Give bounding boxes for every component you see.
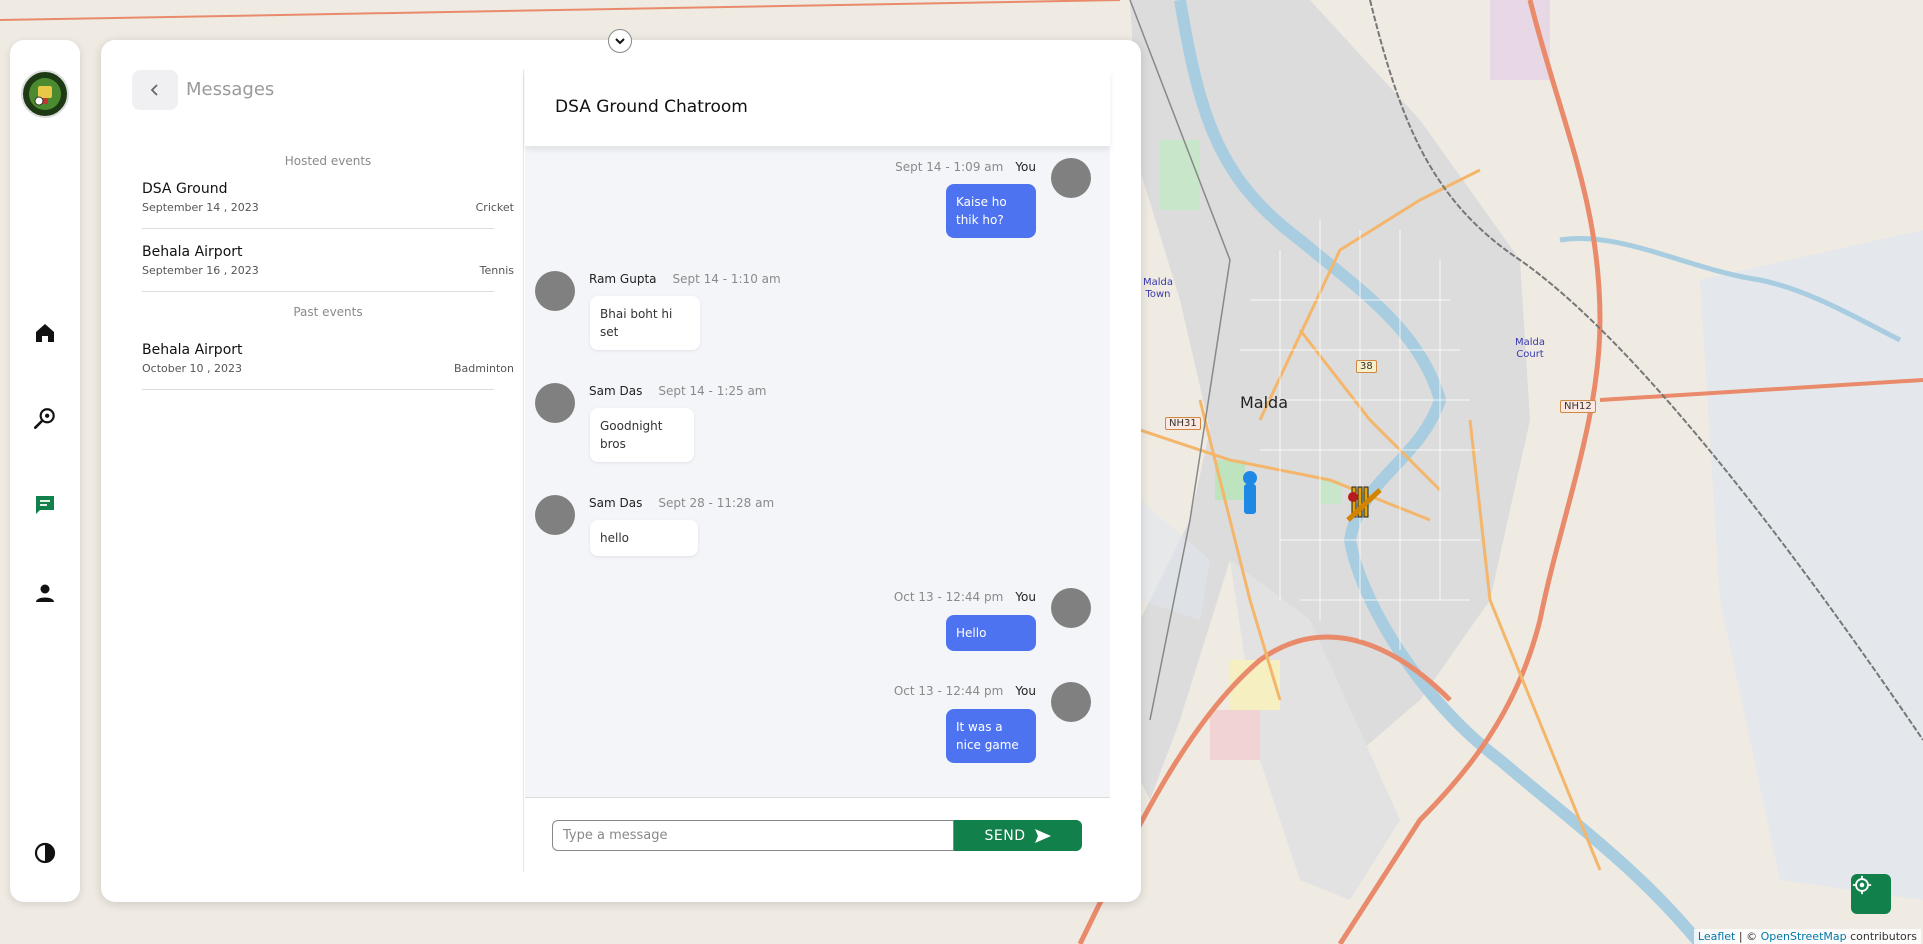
send-label: SEND <box>984 827 1026 844</box>
event-item[interactable]: DSA Ground September 14 , 2023 Cricket <box>142 181 514 229</box>
search-location-icon <box>33 408 55 429</box>
send-button[interactable]: SEND <box>954 820 1082 851</box>
nav-home-button[interactable] <box>32 320 58 346</box>
message-time: Oct 13 - 12:44 pm <box>893 590 1004 604</box>
message-input[interactable] <box>552 820 954 851</box>
contrast-icon <box>34 842 56 864</box>
event-sport: Tennis <box>479 264 514 277</box>
message-sender: Ram Gupta <box>589 272 657 286</box>
nav-profile-button[interactable] <box>32 580 58 606</box>
message-meta: Ram Gupta Sept 14 - 1:10 am <box>589 272 781 286</box>
message-bubble-outgoing: Kaise ho thik ho? <box>946 184 1036 238</box>
event-sport: Badminton <box>453 362 514 375</box>
event-date: October 10 , 2023 <box>142 362 242 375</box>
message-meta: Sam Das Sept 28 - 11:28 am <box>589 496 774 510</box>
person-icon <box>36 584 54 602</box>
chat-header: DSA Ground Chatroom <box>525 70 1110 146</box>
message-bubble-incoming: Bhai boht hi set <box>590 296 700 350</box>
team-logo[interactable] <box>21 70 69 118</box>
attribution-suffix: contributors <box>1846 930 1917 943</box>
avatar <box>1051 588 1091 628</box>
chat-messages[interactable]: Sept 14 - 1:09 am You Kaise ho thik ho? R… <box>525 146 1110 798</box>
map-label-malda-town: Malda Town <box>1142 277 1173 300</box>
theme-toggle-button[interactable] <box>32 840 58 866</box>
avatar <box>535 495 575 535</box>
chatroom: DSA Ground Chatroom Sept 14 - 1:09 am You… <box>525 70 1110 872</box>
past-events-label: Past events <box>293 305 363 319</box>
road-shield-38: 38 <box>1356 360 1377 373</box>
message-sender: Sam Das <box>589 496 643 510</box>
event-name: DSA Ground <box>142 181 228 197</box>
message-time: Oct 13 - 12:44 pm <box>893 684 1004 698</box>
message-meta: Oct 13 - 12:44 pm You <box>894 684 1036 698</box>
event-date: September 16 , 2023 <box>142 264 259 277</box>
message-bubble-incoming: hello <box>590 520 698 556</box>
road-shield-nh12: NH12 <box>1560 400 1596 413</box>
message-bubble-outgoing: It was a nice game <box>946 709 1036 763</box>
map-label-malda: Malda <box>1240 393 1289 412</box>
trophy-logo-icon <box>29 78 61 110</box>
nav-search-button[interactable] <box>32 406 58 432</box>
message-sender: You <box>1015 160 1036 174</box>
message-bubble-outgoing: Hello <box>946 615 1036 651</box>
event-date: September 14 , 2023 <box>142 201 259 214</box>
home-icon <box>36 324 54 342</box>
chevron-down-icon <box>615 38 625 45</box>
road-shield-nh31: NH31 <box>1165 417 1201 430</box>
crosshair-icon <box>1852 875 1872 895</box>
event-name: Behala Airport <box>142 244 243 260</box>
attribution-separator: | © <box>1735 930 1761 943</box>
message-sender: You <box>1015 590 1036 604</box>
message-time: Sept 14 - 1:09 am <box>895 160 1004 174</box>
avatar <box>535 383 575 423</box>
back-button[interactable] <box>132 70 178 110</box>
avatar <box>1051 158 1091 198</box>
chevron-left-icon <box>150 84 158 96</box>
locate-me-button[interactable] <box>1851 874 1891 914</box>
message-time: Sept 28 - 11:28 am <box>658 496 775 510</box>
map-label-malda-court: Malda Court <box>1514 337 1545 360</box>
event-name: Behala Airport <box>142 342 243 358</box>
messages-title: Messages <box>186 79 275 100</box>
avatar <box>1051 682 1091 722</box>
message-sender: Sam Das <box>589 384 643 398</box>
nav-rail <box>10 40 80 902</box>
hosted-events-label: Hosted events <box>284 154 372 168</box>
message-meta: Sam Das Sept 14 - 1:25 am <box>589 384 767 398</box>
message-time: Sept 14 - 1:25 am <box>658 384 767 398</box>
conversation-list: Messages Hosted events DSA Ground Septem… <box>132 70 524 872</box>
message-meta: Oct 13 - 12:44 pm You <box>894 590 1036 604</box>
chat-icon <box>36 496 54 514</box>
leaflet-link[interactable]: Leaflet <box>1698 930 1735 943</box>
collapse-panel-button[interactable] <box>608 29 632 53</box>
nav-messages-button[interactable] <box>32 492 58 518</box>
event-sport: Cricket <box>475 201 514 214</box>
chat-title: DSA Ground Chatroom <box>555 97 748 117</box>
event-item[interactable]: Behala Airport October 10 , 2023 Badmint… <box>142 342 514 390</box>
osm-link[interactable]: OpenStreetMap <box>1761 930 1847 943</box>
map-attribution: Leaflet | © OpenStreetMap contributors <box>1693 929 1921 944</box>
avatar <box>535 271 575 311</box>
send-arrow-icon <box>1034 828 1051 843</box>
message-composer: SEND <box>525 798 1110 872</box>
message-bubble-incoming: Goodnight bros <box>590 408 694 462</box>
message-sender: You <box>1015 684 1036 698</box>
event-item[interactable]: Behala Airport September 16 , 2023 Tenni… <box>142 244 514 292</box>
message-meta: Sept 14 - 1:09 am You <box>895 160 1036 174</box>
message-time: Sept 14 - 1:10 am <box>672 272 781 286</box>
